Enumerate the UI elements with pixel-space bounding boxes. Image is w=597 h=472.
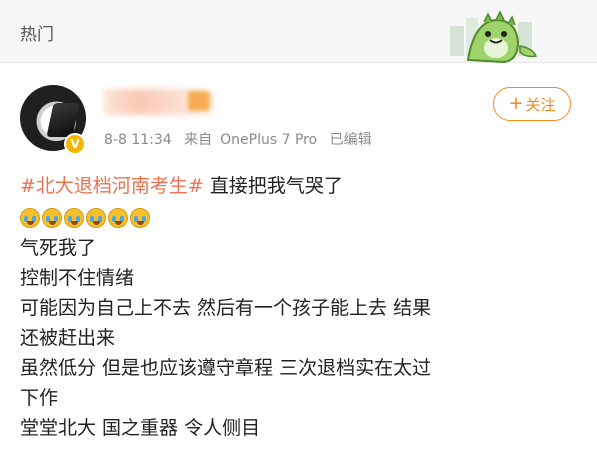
follow-button[interactable]: + 关注: [493, 87, 571, 121]
verified-badge-icon: V: [64, 133, 86, 155]
post-first-line: #北大退档河南考生# 直接把我气哭了: [20, 171, 580, 201]
emoji-row: [20, 205, 580, 231]
post-line: 下作: [20, 387, 59, 409]
crying-face-icon: [42, 208, 62, 228]
post-body: #北大退档河南考生# 直接把我气哭了 气死我了 控制不住情绪 可能因为自己上不去…: [20, 171, 580, 443]
post-line: 还被赶出来: [20, 327, 116, 349]
source-prefix: 来自: [184, 132, 213, 148]
post-line: 堂堂北大 国之重器 令人侧目: [20, 417, 261, 439]
crying-face-icon: [108, 208, 128, 228]
crying-face-icon: [20, 208, 40, 228]
post-time: 8-8 11:34: [104, 132, 172, 148]
member-badge-redacted: [188, 91, 210, 111]
post-meta: 8-8 11:34 来自 OnePlus 7 Pro 已编辑: [104, 129, 380, 149]
section-title: 热门: [20, 25, 54, 45]
section-header: 热门: [0, 0, 597, 64]
hashtag-link[interactable]: #北大退档河南考生#: [20, 175, 204, 197]
post-line: 虽然低分 但是也应该遵守章程 三次退档实在太过: [20, 357, 432, 379]
plus-icon: +: [508, 93, 524, 114]
follow-label: 关注: [525, 95, 556, 114]
crying-face-icon: [130, 208, 150, 228]
post-line: 可能因为自己上不去 然后有一个孩子能上去 结果: [20, 297, 432, 319]
weibo-post-card: V 8-8 11:34 来自 OnePlus 7 Pro 已编辑 + 关注 #北大…: [0, 63, 597, 472]
crying-face-icon: [64, 208, 84, 228]
first-line-text: 直接把我气哭了: [203, 175, 343, 197]
edited-label: 已编辑: [329, 132, 372, 148]
post-line: 气死我了: [20, 237, 97, 259]
device-name[interactable]: OnePlus 7 Pro: [220, 132, 317, 148]
dinosaur-mascot-icon: [450, 10, 538, 64]
crying-face-icon: [86, 208, 106, 228]
post-line: 控制不住情绪: [20, 267, 135, 289]
